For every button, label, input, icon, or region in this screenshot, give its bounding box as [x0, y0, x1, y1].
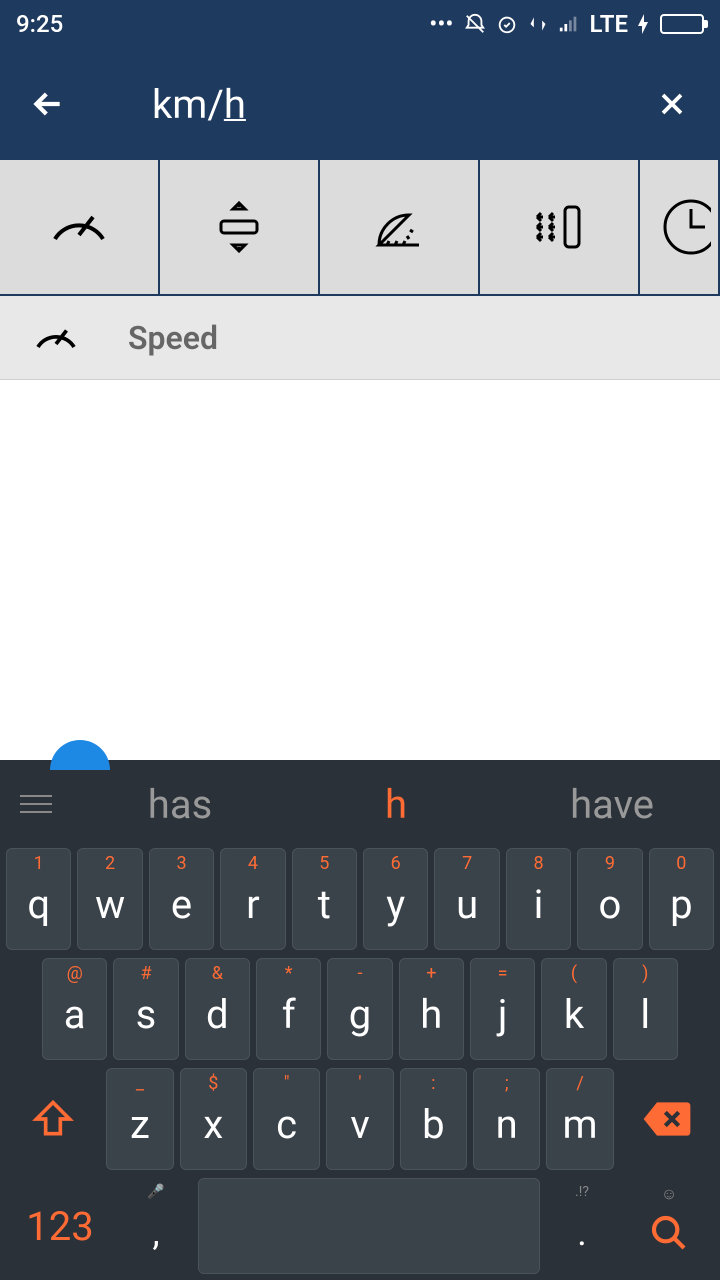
shift-key[interactable]: [6, 1068, 100, 1170]
key-l[interactable]: )l: [613, 958, 678, 1060]
category-tabs: [0, 160, 720, 296]
tab-time[interactable]: [640, 160, 720, 296]
status-icons: ••• LTE: [429, 10, 704, 38]
emoji-icon: ☺: [661, 1184, 677, 1204]
key-f[interactable]: *f: [256, 958, 321, 1060]
app-bar: km/h: [0, 48, 720, 160]
keyboard-menu-icon[interactable]: [0, 795, 72, 813]
status-bar: 9:25 ••• LTE: [0, 0, 720, 48]
search-key[interactable]: ☺: [624, 1178, 714, 1274]
key-h[interactable]: +h: [399, 958, 464, 1060]
key-p[interactable]: 0p: [649, 848, 714, 950]
key-q[interactable]: 1q: [6, 848, 71, 950]
key-z[interactable]: _z: [106, 1068, 173, 1170]
alarm-icon: [496, 13, 518, 35]
key-m[interactable]: /m: [546, 1068, 613, 1170]
tab-vibration[interactable]: [480, 160, 640, 296]
more-icon: •••: [429, 10, 453, 38]
network-label: LTE: [590, 10, 628, 38]
suggestion-have[interactable]: have: [504, 781, 720, 828]
key-u[interactable]: 7u: [434, 848, 499, 950]
key-j[interactable]: =j: [470, 958, 535, 1060]
key-o[interactable]: 9o: [577, 848, 642, 950]
back-button[interactable]: [24, 80, 72, 128]
key-d[interactable]: &d: [185, 958, 250, 1060]
tab-speed[interactable]: [0, 160, 160, 296]
space-key[interactable]: [198, 1178, 540, 1274]
key-a[interactable]: @a: [42, 958, 107, 1060]
key-k[interactable]: (k: [541, 958, 606, 1060]
key-v[interactable]: 'v: [326, 1068, 393, 1170]
battery-icon: [660, 14, 704, 34]
signal-icon: [558, 13, 580, 35]
fab-partial[interactable]: [50, 740, 110, 770]
comma-key[interactable]: 🎤 ,: [120, 1178, 192, 1274]
status-time: 9:25: [16, 10, 63, 38]
charging-icon: [638, 14, 650, 34]
key-r[interactable]: 4r: [220, 848, 285, 950]
key-i[interactable]: 8i: [506, 848, 571, 950]
mic-icon: 🎤: [147, 1184, 164, 1200]
suggestion-h[interactable]: h: [288, 781, 504, 828]
tab-angle[interactable]: [320, 160, 480, 296]
result-speed[interactable]: Speed: [0, 296, 720, 380]
backspace-key[interactable]: [620, 1068, 714, 1170]
key-x[interactable]: $x: [180, 1068, 247, 1170]
key-c[interactable]: "c: [253, 1068, 320, 1170]
speed-icon: [32, 314, 88, 362]
key-y[interactable]: 6y: [363, 848, 428, 950]
key-w[interactable]: 2w: [77, 848, 142, 950]
suggestion-has[interactable]: has: [72, 781, 288, 828]
key-g[interactable]: -g: [327, 958, 392, 1060]
mute-icon: [464, 13, 486, 35]
key-e[interactable]: 3e: [149, 848, 214, 950]
suggestion-bar: hashhave: [0, 760, 720, 848]
search-input[interactable]: km/h: [152, 81, 648, 128]
keyboard: hashhave 1q2w3e4r5t6y7u8i9o0p @a#s&d*f-g…: [0, 760, 720, 1280]
tab-compress[interactable]: [160, 160, 320, 296]
numeric-key[interactable]: 123: [6, 1178, 114, 1274]
period-key[interactable]: .!? .: [546, 1178, 618, 1274]
key-n[interactable]: ;n: [473, 1068, 540, 1170]
key-t[interactable]: 5t: [292, 848, 357, 950]
key-s[interactable]: #s: [113, 958, 178, 1060]
clear-button[interactable]: [648, 80, 696, 128]
data-icon: [528, 14, 548, 34]
key-b[interactable]: :b: [400, 1068, 467, 1170]
content-area: [0, 380, 720, 760]
result-label: Speed: [128, 319, 218, 357]
